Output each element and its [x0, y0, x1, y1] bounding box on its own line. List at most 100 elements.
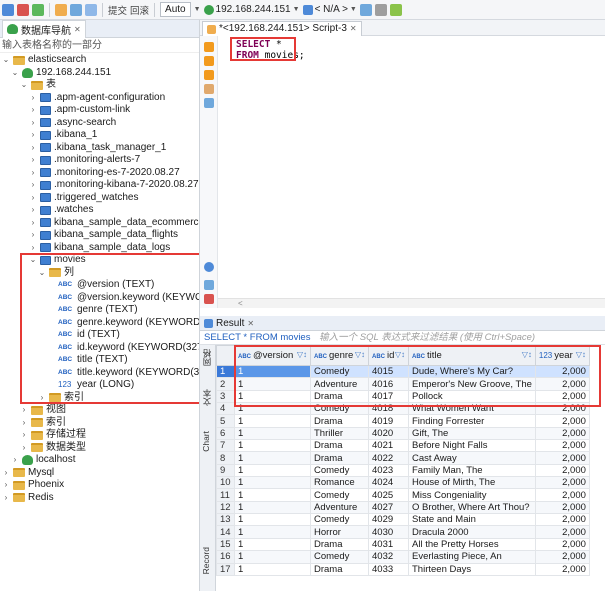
chevron-right-icon[interactable]: › — [11, 454, 19, 467]
tree-item[interactable]: ABC @version.keyword (KEYWORD(327 — [47, 292, 199, 305]
table-cell[interactable]: 1 — [234, 537, 311, 552]
chevron-right-icon[interactable]: › — [29, 154, 37, 167]
table-cell[interactable]: All the Pretty Horses — [408, 537, 536, 552]
table-cell[interactable]: Thirteen Days — [408, 562, 536, 576]
tab-database-navigator[interactable]: 数据库导航 ✕ — [2, 20, 86, 38]
tree-item[interactable]: › 数据类型 — [20, 442, 86, 455]
table-cell[interactable]: 2,000 — [534, 402, 590, 416]
chevron-right-icon[interactable]: › — [2, 467, 10, 480]
table-cell[interactable]: Before Night Falls — [408, 439, 536, 453]
table-cell[interactable]: Drama — [310, 451, 369, 465]
table-cell[interactable]: 1 — [234, 426, 311, 441]
chevron-right-icon[interactable]: › — [29, 142, 37, 155]
table-cell[interactable]: 2,000 — [534, 513, 590, 527]
new-connection-icon[interactable] — [2, 3, 14, 16]
table-cell[interactable]: 1 — [234, 364, 311, 379]
table-cell[interactable]: O Brother, Where Art Thou? — [408, 500, 536, 515]
table-row[interactable]: 5 1 Drama 4019 Finding Forrester 2,000 — [216, 414, 590, 428]
table-cell[interactable]: 1 — [234, 414, 311, 428]
tree-item[interactable]: › kibana_sample_data_ecommerce — [29, 217, 199, 230]
close-icon[interactable]: ✕ — [247, 316, 254, 331]
table-cell[interactable]: 2,000 — [534, 439, 590, 453]
table-row[interactable]: 3 1 Drama 4017 Pollock 2,000 — [216, 389, 590, 404]
sql-editor[interactable]: SELECT * FROM movies; < — [218, 36, 605, 308]
column-header-title[interactable]: ABC title ▽↕ — [408, 345, 536, 366]
table-cell[interactable]: 4030 — [368, 525, 409, 539]
chevron-right-icon[interactable]: › — [29, 179, 37, 192]
table-cell[interactable]: Emperor's New Groove, The — [408, 377, 536, 391]
table-cell[interactable]: Everlasting Piece, An — [408, 550, 536, 564]
table-cell[interactable]: 4020 — [368, 426, 409, 441]
table-cell[interactable]: Drama — [310, 389, 369, 404]
table-cell[interactable]: 1 — [234, 402, 311, 416]
filter-icon[interactable]: ▽↕ — [522, 350, 532, 359]
tree-item[interactable]: › localhost — [11, 454, 75, 467]
chevron-right-icon[interactable]: › — [38, 392, 46, 405]
tree-item[interactable]: ABC genre.keyword (KEYWORD(32766)) — [47, 317, 199, 330]
table-cell[interactable]: 4031 — [368, 537, 409, 552]
horizontal-scrollbar[interactable]: < — [218, 298, 605, 308]
table-cell[interactable]: 2,000 — [534, 488, 590, 502]
close-icon[interactable]: ✕ — [350, 22, 357, 36]
active-connection-select[interactable]: 192.168.244.151 ▼ — [203, 4, 300, 15]
table-cell[interactable]: 2,000 — [534, 463, 590, 478]
table-cell[interactable]: Comedy — [310, 488, 369, 502]
tree-item[interactable]: › kibana_sample_data_flights — [29, 229, 178, 242]
table-cell[interactable]: 4027 — [368, 500, 409, 515]
table-cell[interactable]: Pollock — [408, 389, 536, 404]
table-cell[interactable]: 1 — [234, 513, 311, 527]
column-header-id[interactable]: ABC id ▽↕ — [368, 345, 409, 366]
table-cell[interactable]: 1 — [234, 451, 311, 465]
table-filter-input[interactable]: 输入表格名称的一部分 — [0, 38, 199, 53]
table-cell[interactable]: 1 — [234, 488, 311, 502]
table-cell[interactable]: Family Man, The — [408, 463, 536, 478]
commit-button[interactable]: 提交 — [108, 3, 127, 17]
tree-item[interactable]: › Phoenix — [2, 479, 64, 492]
chevron-right-icon[interactable]: › — [29, 129, 37, 142]
table-cell[interactable]: What Women Want — [408, 402, 536, 416]
table-cell[interactable]: 2,000 — [534, 562, 590, 576]
chevron-down-icon[interactable]: ⌄ — [29, 254, 37, 267]
tree-item[interactable]: › .monitoring-es-7-2020.08.27 — [29, 167, 180, 180]
tree-item[interactable]: › .monitoring-alerts-7 — [29, 154, 141, 167]
chevron-right-icon[interactable]: › — [20, 429, 28, 442]
chevron-right-icon[interactable]: › — [29, 229, 37, 242]
table-cell[interactable]: 4019 — [368, 414, 409, 428]
table-cell[interactable]: Comedy — [310, 463, 369, 478]
disconnect-icon[interactable] — [17, 3, 29, 16]
view-record-tab[interactable]: Record — [201, 547, 211, 574]
new-script-icon[interactable] — [85, 3, 97, 16]
tree-item[interactable]: ABC @version (TEXT) — [47, 279, 154, 292]
column-header-year[interactable]: 123 year ▽↕ — [534, 345, 590, 366]
chevron-right-icon[interactable]: › — [29, 92, 37, 105]
close-icon[interactable]: ✕ — [74, 25, 81, 34]
table-row[interactable]: 6 1 Thriller 4020 Gift, The 2,000 — [216, 426, 590, 441]
table-cell[interactable]: Comedy — [310, 364, 369, 379]
chevron-right-icon[interactable]: › — [29, 104, 37, 117]
table-cell[interactable]: 1 — [234, 389, 311, 404]
table-cell[interactable]: Comedy — [310, 513, 369, 527]
table-cell[interactable]: Cast Away — [408, 451, 536, 465]
table-cell[interactable]: 1 — [234, 476, 311, 490]
table-row[interactable]: 2 1 Adventure 4016 Emperor's New Groove, The… — [216, 377, 590, 391]
table-cell[interactable]: 2,000 — [534, 500, 590, 515]
table-cell[interactable]: 4025 — [368, 488, 409, 502]
table-cell[interactable]: 1 — [234, 562, 311, 576]
chevron-down-icon[interactable]: ▼ — [194, 6, 201, 13]
history-icon[interactable] — [374, 3, 387, 16]
chevron-right-icon[interactable]: › — [29, 242, 37, 255]
table-cell[interactable]: 4021 — [368, 439, 409, 453]
table-cell[interactable]: Finding Forrester — [408, 414, 536, 428]
tree-item[interactable]: › .monitoring-kibana-7-2020.08.27 — [29, 179, 199, 192]
chevron-right-icon[interactable]: › — [29, 204, 37, 217]
tree-item[interactable]: › .kibana_task_manager_1 — [29, 142, 167, 155]
table-cell[interactable]: 2,000 — [534, 550, 590, 564]
tree-item[interactable]: › .triggered_watches — [29, 192, 139, 205]
tree-item[interactable]: ⌄ 192.168.244.151 — [11, 67, 111, 80]
column-header-version[interactable]: ABC @version ▽↕ — [234, 345, 311, 366]
tree-item[interactable]: › 存储过程 — [20, 429, 86, 442]
tree-item[interactable]: ⌄ 列 — [38, 267, 74, 280]
table-cell[interactable]: 4033 — [368, 562, 409, 576]
tab-script-3[interactable]: *<192.168.244.151> Script-3 ✕ — [202, 21, 362, 36]
table-cell[interactable]: 2,000 — [534, 426, 590, 441]
